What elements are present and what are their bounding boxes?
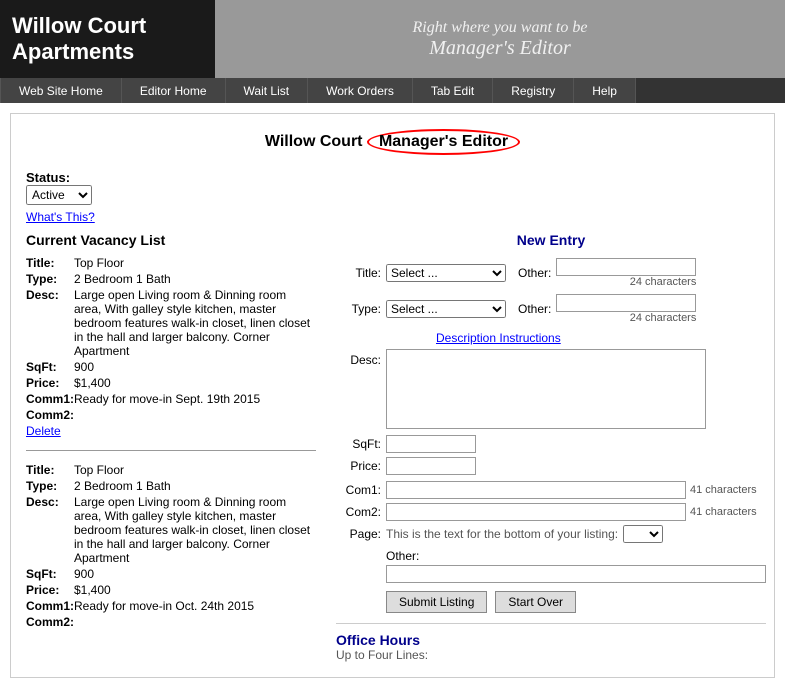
vacancy2-type-row: Type: 2 Bedroom 1 Bath [26,479,316,493]
vacancy2-title-row: Title: Top Floor [26,463,316,477]
banner-line1: Right where you want to be [413,19,588,37]
vacancy-sqft-row: SqFt: 900 [26,360,316,374]
char-count-type: 24 characters [556,312,696,324]
vacancy-price-row: Price: $1,400 [26,376,316,390]
other-type-group: 24 characters [556,294,696,324]
status-label: Status: [26,170,70,185]
logo: Willow Court Apartments [0,0,215,78]
new-entry-title: New Entry [336,232,766,248]
price-input[interactable] [386,457,476,475]
start-over-button[interactable]: Start Over [495,591,576,613]
other-label2: Other: [386,549,766,563]
other-type-input[interactable] [556,294,696,312]
nav-registry[interactable]: Registry [493,78,574,103]
page-title-container: Willow Court Manager's Editor [26,129,759,155]
page-form-row: Page: This is the text for the bottom of… [336,525,766,543]
desc-form-row: Desc: [336,349,766,429]
vacancy-desc-row: Desc: Large open Living room & Dinning r… [26,288,316,358]
other-title-group: 24 characters [556,258,696,288]
page-label: Page: [336,527,381,541]
two-col-layout: Current Vacancy List Title: Top Floor Ty… [26,232,759,662]
vacancy-comm1-row: Comm1: Ready for move-in Sept. 19th 2015 [26,392,316,406]
title-form-row: Title: Select ... Other: 24 characters [336,258,766,288]
desc-instructions-link[interactable]: Description Instructions [436,331,561,345]
other-label-title: Other: [518,266,551,280]
other-label-type: Other: [518,302,551,316]
vacancy-type-row: Type: 2 Bedroom 1 Bath [26,272,316,286]
delete-link-1[interactable]: Delete [26,424,61,438]
vacancy-comm2-row: Comm2: [26,408,316,422]
new-entry-form: New Entry Title: Select ... Other: 24 ch… [316,232,766,662]
desc-label: Desc: [336,353,381,367]
title-select[interactable]: Select ... [386,264,506,282]
nav-help[interactable]: Help [574,78,636,103]
submit-listing-button[interactable]: Submit Listing [386,591,487,613]
vacancy-item: Title: Top Floor Type: 2 Bedroom 1 Bath … [26,256,316,451]
banner: Right where you want to be Manager's Edi… [215,0,785,78]
vacancy-title-row: Title: Top Floor [26,256,316,270]
office-hours-subtitle: Up to Four Lines: [336,648,766,662]
title-form-label: Title: [336,266,381,280]
other-title-input[interactable] [556,258,696,276]
com1-input[interactable] [386,481,686,499]
nav-tab-edit[interactable]: Tab Edit [413,78,493,103]
status-select[interactable]: Active Inactive [26,185,92,205]
desc-textarea[interactable] [386,349,706,429]
com2-form-row: Com2: 41 characters [336,503,766,521]
vacancy2-price-row: Price: $1,400 [26,583,316,597]
header: Willow Court Apartments Right where you … [0,0,785,78]
status-section: Status: Active Inactive [26,170,759,205]
vacancy-list-title: Current Vacancy List [26,232,316,248]
other-section: Other: [386,549,766,583]
sqft-form-row: SqFt: [336,435,766,453]
page-select[interactable] [623,525,663,543]
nav-web-site-home[interactable]: Web Site Home [0,78,122,103]
main-content: Willow Court Manager's Editor Status: Ac… [10,113,775,678]
vacancy-list: Current Vacancy List Title: Top Floor Ty… [26,232,316,662]
com2-chars: 41 characters [690,506,757,518]
page-desc-text: This is the text for the bottom of your … [386,527,618,541]
com2-label: Com2: [336,505,381,519]
vacancy2-comm2-row: Comm2: [26,615,316,629]
page-title-left: Willow Court [265,133,367,150]
vacancy2-comm1-row: Comm1: Ready for move-in Oct. 24th 2015 [26,599,316,613]
com1-label: Com1: [336,483,381,497]
price-form-row: Price: [336,457,766,475]
banner-line2: Manager's Editor [429,37,571,60]
office-hours-title: Office Hours [336,632,766,648]
type-form-label: Type: [336,302,381,316]
vacancy2-desc-row: Desc: Large open Living room & Dinning r… [26,495,316,565]
page-title-oval: Manager's Editor [367,129,520,155]
button-row: Submit Listing Start Over [386,591,766,613]
vacancy2-sqft-row: SqFt: 900 [26,567,316,581]
office-hours: Office Hours Up to Four Lines: [336,623,766,662]
sqft-label: SqFt: [336,437,381,451]
nav-work-orders[interactable]: Work Orders [308,78,413,103]
price-label: Price: [336,459,381,473]
com2-input[interactable] [386,503,686,521]
sqft-input[interactable] [386,435,476,453]
char-count-title: 24 characters [556,276,696,288]
com1-chars: 41 characters [690,484,757,496]
navbar: Web Site Home Editor Home Wait List Work… [0,78,785,103]
com1-form-row: Com1: 41 characters [336,481,766,499]
type-form-row: Type: Select ... Other: 24 characters [336,294,766,324]
type-select[interactable]: Select ... [386,300,506,318]
nav-wait-list[interactable]: Wait List [226,78,309,103]
whats-this-link[interactable]: What's This? [26,210,759,224]
other-input2[interactable] [386,565,766,583]
vacancy-item-2: Title: Top Floor Type: 2 Bedroom 1 Bath … [26,463,316,643]
nav-editor-home[interactable]: Editor Home [122,78,226,103]
